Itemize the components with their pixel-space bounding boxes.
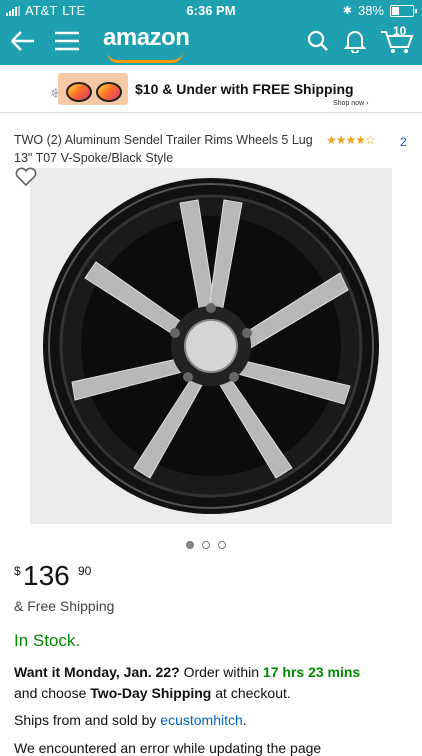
ships-from-info: Ships from and sold by ecustomhitch. [14, 712, 247, 728]
wishlist-heart-icon[interactable] [14, 167, 38, 187]
search-icon[interactable] [307, 30, 329, 52]
order-within-label: Order within [183, 664, 260, 680]
rating-stars[interactable]: ★★★★☆ [326, 133, 376, 147]
promo-text: $10 & Under with FREE Shipping [135, 81, 354, 97]
battery-percent: 38% [357, 3, 384, 18]
price-whole: 136 [23, 560, 70, 591]
price-fraction: 90 [78, 564, 92, 578]
choose-label: and choose [14, 685, 87, 701]
status-bar: AT&T LTE 6:36 PM ✱ 38% [0, 0, 422, 20]
battery-info: ✱ 38% [342, 3, 417, 18]
amazon-logo[interactable]: amazon [103, 24, 190, 63]
shipping-info: & Free Shipping [14, 598, 115, 614]
product-title: TWO (2) Aluminum Sendel Trailer Rims Whe… [14, 133, 313, 165]
error-message: We encountered an error while updating t… [14, 740, 322, 756]
cart-count: 10 [393, 24, 407, 38]
price-currency: $ [14, 564, 21, 578]
seller-link[interactable]: ecustomhitch [160, 712, 242, 728]
seller-period: . [242, 712, 247, 728]
sunglasses-image [58, 73, 128, 105]
logo-text: amazon [103, 24, 190, 51]
carousel-dot[interactable] [186, 541, 194, 549]
carousel-dot[interactable] [202, 541, 210, 549]
promo-banner[interactable]: ❄ $10 & Under with FREE Shipping Shop no… [0, 65, 422, 113]
header-bar: amazon 10 [0, 20, 422, 65]
bell-icon[interactable] [344, 29, 366, 53]
carousel-dot[interactable] [218, 541, 226, 549]
delivery-date: Want it Monday, Jan. 22? [14, 664, 180, 680]
bluetooth-icon: ✱ [342, 5, 352, 17]
order-countdown: 17 hrs 23 mins [262, 664, 361, 680]
battery-icon [390, 4, 417, 17]
checkout-label: at checkout. [215, 685, 291, 701]
menu-icon[interactable] [54, 30, 80, 52]
delivery-message: Want it Monday, Jan. 22? Order within 17… [14, 662, 414, 704]
review-count-link[interactable]: 2 [400, 135, 407, 149]
image-carousel-dots[interactable] [186, 541, 226, 549]
stock-status: In Stock. [14, 631, 81, 650]
back-arrow-icon[interactable] [10, 30, 36, 52]
ships-from-label: Ships from and sold by [14, 712, 157, 728]
product-image[interactable] [30, 168, 392, 524]
logo-smile-icon [107, 52, 183, 63]
shop-now-link[interactable]: Shop now › [333, 100, 368, 107]
shipping-option: Two-Day Shipping [90, 685, 212, 701]
